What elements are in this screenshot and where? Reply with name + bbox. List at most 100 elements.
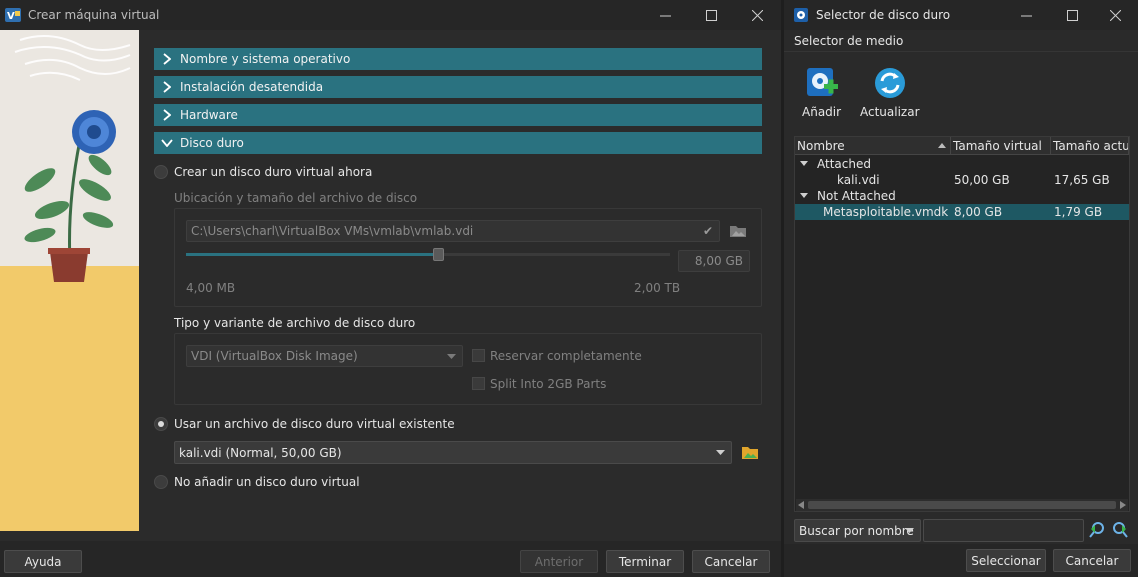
- create-disk-radio[interactable]: [154, 165, 168, 179]
- window-title: Crear máquina virtual: [28, 8, 160, 22]
- existing-disk-value: kali.vdi (Normal, 50,00 GB): [179, 445, 342, 460]
- create-disk-label: Crear un disco duro virtual ahora: [174, 165, 373, 179]
- selector-cancel-button-label: Cancelar: [1065, 553, 1119, 568]
- table-row[interactable]: kali.vdi 50,00 GB 17,65 GB: [795, 172, 1129, 188]
- column-virtual-size-label: Tamaño virtual: [953, 138, 1042, 153]
- location-size-label: Ubicación y tamaño del archivo de disco: [174, 191, 418, 205]
- slider-fill: [186, 253, 438, 256]
- selector-cancel-button[interactable]: Cancelar: [1053, 549, 1131, 572]
- preallocate-checkbox[interactable]: [472, 349, 485, 362]
- slider-handle[interactable]: [433, 248, 444, 261]
- wizard-illustration: [0, 30, 139, 531]
- search-previous-icon[interactable]: [1089, 521, 1105, 539]
- chevron-right-icon: [154, 81, 180, 93]
- group-row-attached[interactable]: Attached: [795, 156, 1129, 172]
- disk-tree[interactable]: Nombre Tamaño virtual Tamaño actual Atta…: [794, 136, 1130, 512]
- cancel-button[interactable]: Cancelar: [692, 550, 770, 573]
- chevron-down-icon: [447, 354, 456, 359]
- use-existing-radio[interactable]: [154, 417, 168, 431]
- minimize-button[interactable]: [642, 0, 688, 30]
- column-header-name[interactable]: Nombre: [795, 137, 951, 155]
- disk-type-select[interactable]: VDI (VirtualBox Disk Image): [186, 345, 463, 367]
- disk-virtual-size: 50,00 GB: [954, 173, 1010, 187]
- close-button[interactable]: [734, 0, 780, 30]
- selector-title: Selector de disco duro: [816, 8, 951, 22]
- add-button[interactable]: Añadir: [802, 66, 841, 119]
- column-header-actual-size[interactable]: Tamaño actual: [1051, 137, 1129, 155]
- table-row-selected[interactable]: Metasploitable.vmdk 8,00 GB 1,79 GB: [795, 204, 1129, 220]
- split-checkbox[interactable]: [472, 377, 485, 390]
- scroll-left-icon[interactable]: [798, 501, 804, 509]
- help-button-label: Ayuda: [24, 554, 62, 569]
- split-label: Split Into 2GB Parts: [490, 377, 607, 391]
- chevron-down-icon: [716, 450, 725, 455]
- refresh-button-label: Actualizar: [860, 105, 920, 119]
- max-size-label: 2,00 TB: [634, 281, 681, 295]
- expand-arrow-icon: [800, 161, 808, 166]
- selector-close-button[interactable]: [1092, 0, 1138, 30]
- horizontal-scrollbar[interactable]: [796, 499, 1128, 511]
- existing-disk-select[interactable]: kali.vdi (Normal, 50,00 GB): [174, 441, 732, 464]
- section-name-os[interactable]: Nombre y sistema operativo: [154, 48, 762, 70]
- section-hard-disk[interactable]: Disco duro: [154, 132, 762, 154]
- finish-button[interactable]: Terminar: [606, 550, 684, 573]
- scrollbar-thumb[interactable]: [808, 501, 1116, 509]
- selector-maximize-button[interactable]: [1049, 0, 1095, 30]
- section-unattended[interactable]: Instalación desatendida: [154, 76, 762, 98]
- folder-browse-icon[interactable]: [729, 222, 747, 238]
- choose-disk-file-icon[interactable]: [741, 443, 759, 460]
- back-button-label: Anterior: [534, 554, 584, 569]
- disk-size-slider[interactable]: [186, 248, 670, 261]
- section-unattended-label: Instalación desatendida: [180, 80, 324, 94]
- minimize-icon: [659, 15, 671, 16]
- medium-selector-menu[interactable]: Selector de medio: [794, 34, 903, 48]
- min-size-label: 4,00 MB: [186, 281, 236, 295]
- disk-name: Metasploitable.vmdk: [823, 205, 949, 219]
- column-header-virtual-size[interactable]: Tamaño virtual: [951, 137, 1051, 155]
- select-button[interactable]: Seleccionar: [966, 549, 1046, 572]
- group-label: Attached: [817, 157, 871, 171]
- disk-actual-size: 1,79 GB: [1054, 205, 1103, 219]
- section-hardware[interactable]: Hardware: [154, 104, 762, 126]
- no-disk-label: No añadir un disco duro virtual: [174, 475, 360, 489]
- close-icon: [1109, 9, 1121, 21]
- disk-path-value: C:\Users\charl\VirtualBox VMs\vmlab\vmla…: [191, 224, 474, 238]
- minimize-icon: [1020, 15, 1032, 16]
- use-existing-label: Usar un archivo de disco duro virtual ex…: [174, 417, 455, 431]
- cancel-button-label: Cancelar: [704, 554, 758, 569]
- search-input[interactable]: [923, 519, 1084, 542]
- chevron-down-icon: [154, 139, 180, 147]
- maximize-button[interactable]: [688, 0, 734, 30]
- disk-type-label: Tipo y variante de archivo de disco duro: [174, 316, 416, 330]
- no-disk-radio[interactable]: [154, 475, 168, 489]
- search-mode-select[interactable]: Buscar por nombre: [794, 519, 921, 542]
- disk-path-input[interactable]: C:\Users\charl\VirtualBox VMs\vmlab\vmla…: [186, 220, 720, 242]
- selector-minimize-button[interactable]: [1003, 0, 1049, 30]
- help-button[interactable]: Ayuda: [4, 550, 82, 573]
- disk-name: kali.vdi: [837, 173, 880, 187]
- disk-size-value: 8,00 GB: [694, 254, 743, 268]
- plant-illustration-icon: [0, 35, 139, 531]
- disk-type-group: [174, 333, 762, 405]
- select-button-label: Seleccionar: [971, 553, 1041, 568]
- column-name-label: Nombre: [797, 138, 845, 153]
- scroll-right-icon[interactable]: [1120, 501, 1126, 509]
- disk-size-input[interactable]: 8,00 GB: [678, 250, 750, 272]
- group-label: Not Attached: [817, 189, 896, 203]
- chevron-right-icon: [154, 109, 180, 121]
- preallocate-label: Reservar completamente: [490, 349, 642, 363]
- chevron-down-icon: [905, 528, 914, 533]
- disk-virtual-size: 8,00 GB: [954, 205, 1003, 219]
- back-button[interactable]: Anterior: [520, 550, 598, 573]
- search-next-icon[interactable]: [1112, 521, 1128, 539]
- add-button-label: Añadir: [802, 105, 842, 119]
- group-row-not-attached[interactable]: Not Attached: [795, 188, 1129, 204]
- column-actual-size-label: Tamaño actual: [1053, 138, 1128, 153]
- refresh-icon: [874, 68, 905, 98]
- section-name-os-label: Nombre y sistema operativo: [180, 52, 351, 66]
- virtualbox-app-icon: V: [5, 8, 21, 22]
- close-icon: [751, 9, 763, 21]
- add-disk-icon: [806, 68, 838, 96]
- section-hardware-label: Hardware: [180, 108, 238, 122]
- refresh-button[interactable]: Actualizar: [860, 66, 920, 119]
